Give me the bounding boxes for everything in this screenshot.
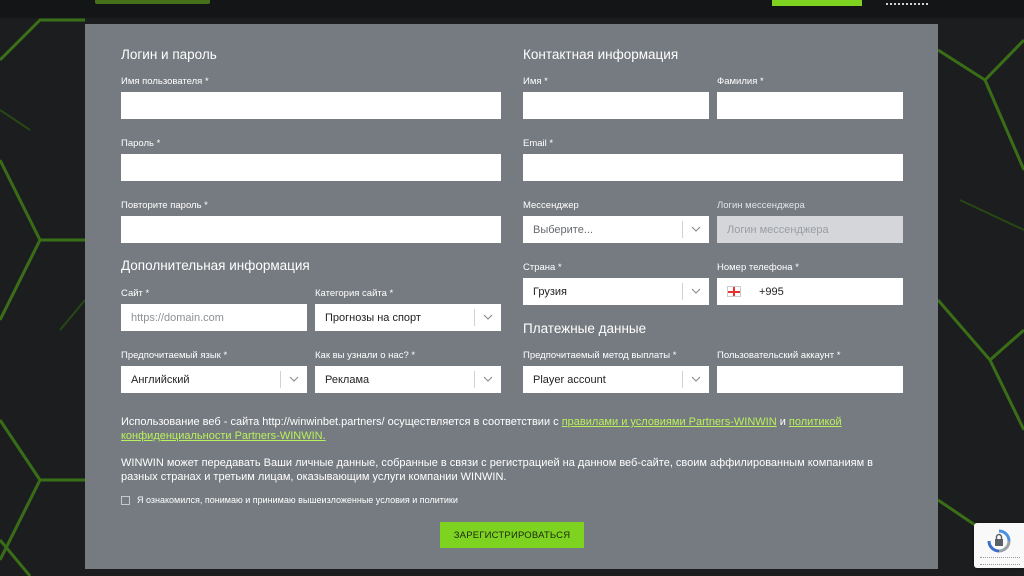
username-input[interactable] xyxy=(121,92,501,119)
country-value: Грузия xyxy=(533,285,567,298)
rules-link[interactable]: правилами и условиями Partners-WINWIN xyxy=(562,416,777,428)
top-header xyxy=(0,0,1024,18)
last-name-label: Фамилия * xyxy=(717,76,764,87)
payout-method-select[interactable]: Player account xyxy=(523,366,709,393)
user-account-label: Пользовательский аккаунт * xyxy=(717,350,841,361)
terms-text: Использование веб - сайта http://winwinb… xyxy=(121,415,911,443)
agree-checkbox[interactable] xyxy=(121,495,130,505)
header-menu-link[interactable] xyxy=(886,0,928,5)
first-name-label: Имя * xyxy=(523,76,548,87)
password-label: Пароль * xyxy=(121,138,161,149)
chevron-down-icon xyxy=(483,376,493,382)
brand-logo[interactable] xyxy=(95,0,210,4)
agree-label: Я ознакомился, понимаю и принимаю вышеиз… xyxy=(137,495,458,505)
messenger-login-input[interactable] xyxy=(717,216,903,243)
repeat-password-input[interactable] xyxy=(121,216,501,243)
select-divider xyxy=(474,309,475,326)
payout-method-label: Предпочитаемый метод выплаты * xyxy=(523,350,677,361)
email-input[interactable] xyxy=(523,154,903,181)
chevron-down-icon xyxy=(691,376,701,382)
source-value: Реклама xyxy=(325,373,370,386)
country-select[interactable]: Грузия xyxy=(523,278,709,305)
category-value: Прогнозы на спорт xyxy=(325,311,421,324)
data-sharing-text: WINWIN может передавать Ваши личные данн… xyxy=(121,457,874,483)
terms-prefix: Использование веб - сайта http://winwinb… xyxy=(121,416,562,428)
username-label: Имя пользователя * xyxy=(121,76,209,87)
select-divider xyxy=(280,371,281,388)
login-section-title: Логин и пароль xyxy=(121,47,217,62)
repeat-password-label: Повторите пароль * xyxy=(121,200,208,211)
chevron-down-icon xyxy=(691,226,701,232)
last-name-input[interactable] xyxy=(717,92,903,119)
password-input[interactable] xyxy=(121,154,501,181)
chevron-down-icon xyxy=(289,376,299,382)
select-divider xyxy=(682,283,683,300)
payout-method-value: Player account xyxy=(533,373,606,386)
recaptcha-badge[interactable] xyxy=(974,523,1024,568)
messenger-select[interactable]: Выберите... xyxy=(523,216,709,243)
header-action-button[interactable] xyxy=(772,0,862,6)
georgia-flag-icon[interactable] xyxy=(727,286,741,297)
messenger-label: Мессенджер xyxy=(523,200,579,211)
first-name-input[interactable] xyxy=(523,92,709,119)
messenger-login-label: Логин мессенджера xyxy=(717,200,805,211)
recaptcha-icon xyxy=(987,529,1011,553)
additional-section-title: Дополнительная информация xyxy=(121,258,310,273)
select-divider xyxy=(474,371,475,388)
source-select[interactable]: Реклама xyxy=(315,366,501,393)
email-label: Email * xyxy=(523,138,554,149)
phone-code: +995 xyxy=(759,285,784,298)
messenger-value: Выберите... xyxy=(533,223,594,236)
phone-label: Номер телефона * xyxy=(717,262,799,273)
select-divider xyxy=(682,371,683,388)
chevron-down-icon xyxy=(691,288,701,294)
language-value: Английский xyxy=(131,373,190,386)
recaptcha-fineprint xyxy=(980,557,1020,565)
user-account-input[interactable] xyxy=(717,366,903,393)
country-label: Страна * xyxy=(523,262,562,273)
terms-and: и xyxy=(776,416,789,428)
register-button[interactable]: ЗАРЕГИСТРИРОВАТЬСЯ xyxy=(440,522,584,548)
phone-input[interactable]: +995 xyxy=(717,278,903,305)
language-select[interactable]: Английский xyxy=(121,366,307,393)
chevron-down-icon xyxy=(483,314,493,320)
payment-section-title: Платежные данные xyxy=(523,321,647,336)
site-input[interactable] xyxy=(121,304,307,331)
contact-section-title: Контактная информация xyxy=(523,47,679,62)
site-label: Сайт * xyxy=(121,288,150,299)
agree-row: Я ознакомился, понимаю и принимаю вышеиз… xyxy=(121,495,458,505)
category-label: Категория сайта * xyxy=(315,288,394,299)
language-label: Предпочитаемый язык * xyxy=(121,350,228,361)
category-select[interactable]: Прогнозы на спорт xyxy=(315,304,501,331)
registration-form: Логин и пароль Имя пользователя * Пароль… xyxy=(85,24,938,569)
source-label: Как вы узнали о нас? * xyxy=(315,350,416,361)
select-divider xyxy=(682,221,683,238)
